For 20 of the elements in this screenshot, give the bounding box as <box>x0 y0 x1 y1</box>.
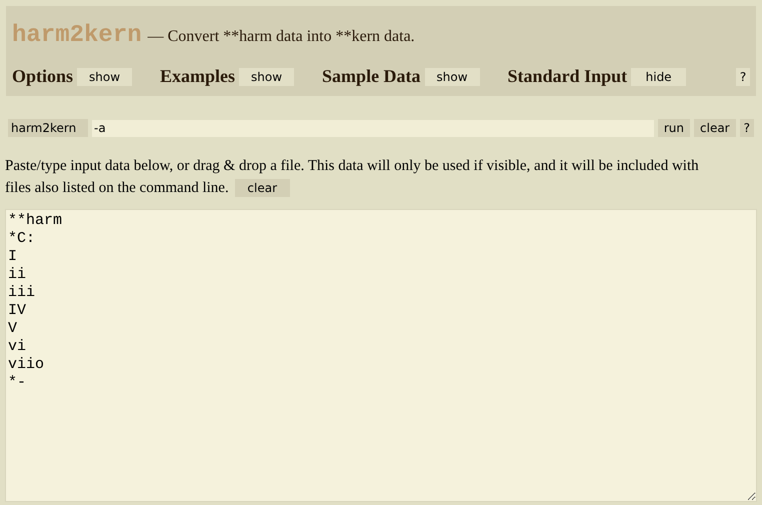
section-label: Examples <box>160 65 236 88</box>
clear-input-button[interactable]: clear <box>234 179 290 197</box>
app-title: harm2kern <box>12 21 142 51</box>
toggle-button[interactable]: show <box>239 68 294 86</box>
help-button[interactable]: ? <box>736 68 750 86</box>
help-button[interactable]: ? <box>740 119 754 137</box>
toggle-button[interactable]: show <box>77 68 132 86</box>
input-field[interactable]: **harm *C: I ii iii IV V vi viio *- <box>5 209 757 502</box>
options-field[interactable]: -a <box>92 120 654 136</box>
section-label: Standard Input <box>508 65 628 88</box>
program-label: harm2kern <box>8 119 88 137</box>
instructions-text: Paste/type input data below, or drag & drop a file. This data will only be used if visible, and it will be included with <box>5 157 699 176</box>
run-button[interactable]: run <box>658 119 690 137</box>
instructions-text: files also listed on the command line. <box>5 179 229 198</box>
section-label: Sample Data <box>322 65 421 88</box>
toggle-button[interactable]: hide <box>631 68 686 86</box>
section-label: Options <box>12 65 74 88</box>
toggle-button[interactable]: show <box>424 68 480 86</box>
app-subtitle: — Convert **harm data into **kern data. <box>148 27 415 47</box>
clear-button[interactable]: clear <box>694 119 736 137</box>
